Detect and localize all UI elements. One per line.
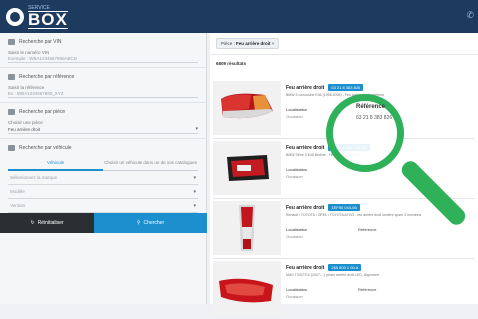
ref-search-section: Recherche par référence Saisir la référe… [0, 68, 206, 103]
result-description: Renault / TOYOTA / OPEL / TOYOTA AYGO - … [286, 213, 422, 217]
filter-chip-value: Feu arrière droit [236, 41, 271, 46]
vehicle-tabs: Véhicule Choisir un véhicule dans un de … [8, 156, 198, 171]
reference-label: Référence [358, 227, 377, 232]
close-icon[interactable]: × [272, 41, 275, 46]
vin-search-title: Recherche par VIN [19, 38, 62, 45]
ref-input[interactable]: Ex : WBA1234567890_XYZ [8, 90, 198, 98]
model-select[interactable]: Modèle ▾ [8, 185, 198, 199]
location-label: Localisation [286, 227, 308, 232]
vin-input[interactable]: Exemple : WBA1234567890ABCD [8, 55, 198, 63]
result-title[interactable]: Feu arrière droit [286, 145, 324, 151]
tab-vehicle[interactable]: Véhicule [8, 156, 103, 171]
active-filters: Pièce : Feu arrière droit × [210, 33, 478, 55]
logo-icon [6, 7, 24, 26]
result-item[interactable]: Feu arrière droit 1EF90 043-06 Renault / … [213, 201, 475, 259]
result-title[interactable]: Feu arrière droit [286, 265, 324, 271]
result-item[interactable]: Feu arrière droit 265 500 1 00 A MAN TGS/… [213, 261, 475, 319]
result-reference-badge: 63 21 8 383 826 [328, 84, 364, 91]
piece-select[interactable]: Feu arrière droit ▾ [8, 125, 198, 134]
result-reference-badge: 265 500 1 00 A [328, 264, 362, 271]
reference-label: Référence [358, 287, 377, 292]
search-icon: ⚲ [136, 220, 141, 226]
chevron-down-icon: ▾ [193, 203, 196, 209]
magnifier-label: Référence [356, 104, 386, 110]
chevron-down-icon: ▾ [193, 175, 196, 181]
reset-icon: ↻ [30, 220, 35, 226]
reset-button-label: Réinitialiser [37, 220, 64, 226]
tab-catalog[interactable]: Choisir un véhicule dans un de vos catal… [103, 156, 198, 171]
location-label: Localisation [286, 107, 308, 112]
version-select[interactable]: Version ▾ [8, 199, 198, 213]
search-sidebar: Recherche par VIN Saisir le numéro VIN E… [0, 33, 207, 304]
piece-search-title: Recherche par pièce [19, 108, 66, 115]
location-value: Occasion [286, 114, 303, 119]
vehicle-search-title: Recherche par véhicule [19, 144, 72, 151]
location-label: Localisation [286, 287, 308, 292]
result-reference-badge: 1EF90 043-06 [328, 204, 360, 211]
brand-select[interactable]: Sélectionnez la marque ▾ [8, 171, 198, 185]
magnifier-value: 63 21 8 383 826 [356, 115, 393, 121]
filter-chip-prefix: Pièce : [221, 41, 235, 46]
barcode-icon [8, 73, 15, 80]
chevron-down-icon: ▾ [193, 189, 196, 195]
vin-search-section: Recherche par VIN Saisir le numéro VIN E… [0, 33, 206, 68]
search-button-label: Chercher [143, 220, 165, 226]
car-icon [8, 38, 15, 45]
part-icon [8, 108, 15, 115]
brand-select-label: Sélectionnez la marque [10, 175, 58, 180]
search-button[interactable]: ⚲ Chercher [94, 213, 207, 233]
piece-select-value: Feu arrière droit [8, 127, 41, 132]
location-value: Occasion [286, 174, 303, 179]
result-title[interactable]: Feu arrière droit [286, 85, 324, 91]
brand-name: BOX [28, 9, 68, 29]
product-image[interactable] [213, 261, 281, 315]
results-panel: Pièce : Feu arrière droit × 6809 résulta… [210, 33, 478, 315]
location-label: Localisation [286, 167, 308, 172]
vehicle-search-section: Recherche par véhicule Véhicule Choisir … [0, 139, 206, 217]
app-header: SERVICE BOX ✆ [0, 0, 478, 33]
product-image[interactable] [213, 201, 281, 255]
vehicle-icon [8, 144, 15, 151]
results-count: 6809 résultats [216, 61, 247, 66]
reset-button[interactable]: ↻ Réinitialiser [0, 213, 94, 233]
result-description: MAN TGS/TGX (2007-...) phare arrière dro… [286, 273, 379, 277]
product-image[interactable] [213, 141, 281, 195]
phone-icon[interactable]: ✆ [466, 10, 474, 21]
version-select-label: Version [10, 203, 26, 208]
model-select-label: Modèle [10, 189, 25, 194]
location-value: Occasion [286, 294, 303, 299]
result-title[interactable]: Feu arrière droit [286, 205, 324, 211]
filter-chip[interactable]: Pièce : Feu arrière droit × [216, 38, 280, 49]
piece-search-section: Recherche par pièce Choisir une pièce Fe… [0, 103, 206, 139]
sidebar-actions: ↻ Réinitialiser ⚲ Chercher [0, 213, 207, 233]
chevron-down-icon: ▾ [195, 126, 198, 132]
ref-search-title: Recherche par référence [19, 73, 75, 80]
logo[interactable]: SERVICE BOX [6, 5, 68, 29]
location-value: Occasion [286, 234, 303, 239]
product-image[interactable] [213, 81, 281, 135]
